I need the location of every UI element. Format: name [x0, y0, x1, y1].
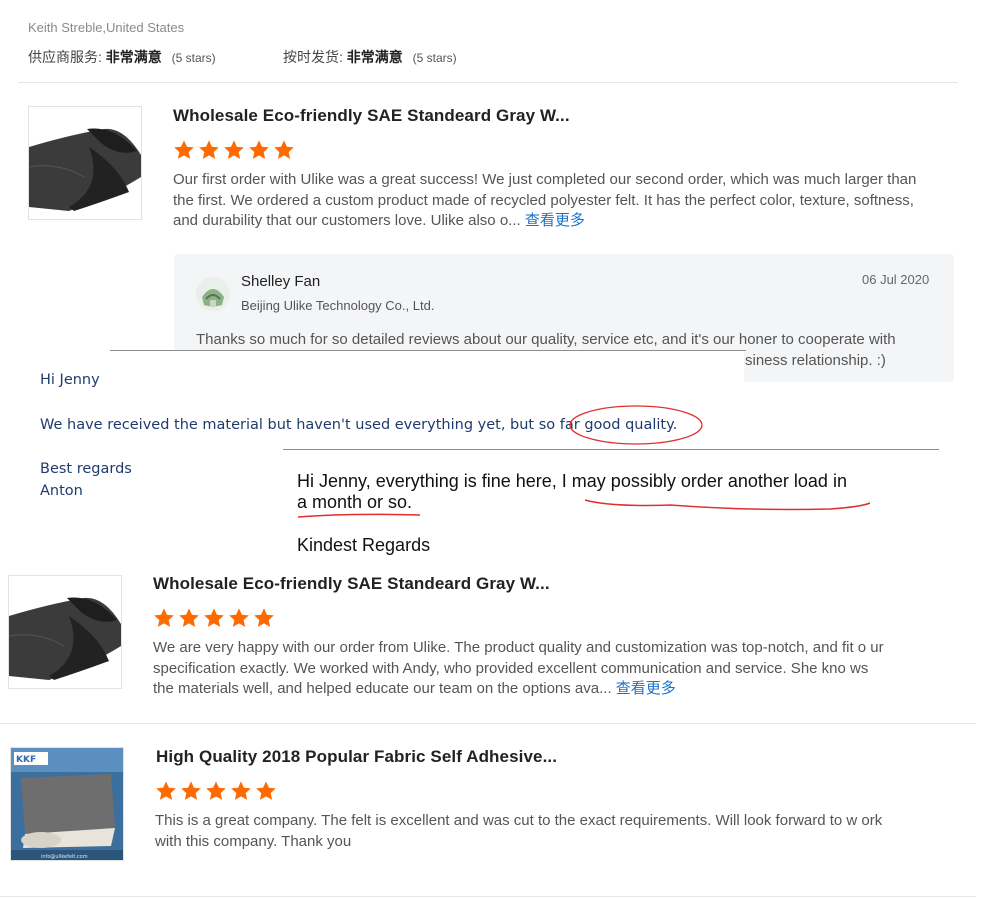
highlight-ellipse — [569, 405, 703, 445]
review-text: This is a great company. The felt is exc… — [155, 811, 895, 852]
reviewer-info: Keith Streble,United States — [28, 20, 185, 35]
reply-date: 06 Jul 2020 — [862, 272, 930, 287]
star-rating — [173, 139, 295, 161]
divider — [0, 896, 976, 897]
review-title[interactable]: High Quality 2018 Popular Fabric Self Ad… — [156, 747, 557, 767]
see-more-link[interactable]: 查看更多 — [525, 212, 585, 229]
email-signature: Anton — [40, 483, 83, 499]
star-icon — [199, 140, 219, 159]
star-icon — [181, 781, 201, 800]
product-thumbnail[interactable] — [28, 106, 142, 220]
star-rating — [155, 780, 277, 802]
brand-badge: KKF — [16, 755, 36, 765]
star-icon — [256, 781, 276, 800]
rating-value: 非常满意 — [105, 49, 162, 65]
rating-stars-text: (5 stars) — [171, 51, 216, 65]
supplier-service-rating: 供应商服务: 非常满意 (5 stars) — [28, 47, 216, 67]
felt-roll-image — [9, 576, 121, 688]
adhesive-felt-image: KKF info@ulikefelt.com — [11, 748, 123, 860]
review-title[interactable]: Wholesale Eco-friendly SAE Standeard Gra… — [153, 574, 550, 594]
note-separator — [283, 449, 939, 450]
reply-text-tail: siness relationship. :) — [745, 352, 886, 369]
product-thumbnail[interactable]: KKF info@ulikefelt.com — [10, 747, 124, 861]
reply-author: Shelley Fan — [241, 273, 321, 290]
review-title[interactable]: Wholesale Eco-friendly SAE Standeard Gra… — [173, 106, 570, 126]
rating-value: 非常满意 — [346, 49, 403, 65]
star-icon — [156, 781, 176, 800]
star-icon — [229, 608, 249, 627]
star-icon — [204, 608, 224, 627]
star-icon — [249, 140, 269, 159]
star-icon — [206, 781, 226, 800]
supplier-avatar — [196, 277, 230, 311]
email-greeting: Hi Jenny — [40, 372, 100, 388]
review-text: Our first order with Ulike was a great s… — [173, 170, 918, 232]
handwritten-underlines — [297, 499, 871, 518]
divider — [18, 82, 958, 83]
email-regards: Best regards — [40, 461, 132, 477]
email-separator — [110, 350, 746, 351]
note-line-1: Hi Jenny, everything is fine here, I may… — [297, 471, 847, 491]
thumb-footer-text: info@ulikefelt.com — [41, 854, 88, 860]
star-rating — [153, 607, 275, 629]
star-icon — [274, 140, 294, 159]
review-text: We are very happy with our order from Ul… — [153, 638, 893, 700]
star-icon — [254, 608, 274, 627]
rating-label: 按时发货: — [283, 49, 343, 65]
review-body: This is a great company. The felt is exc… — [155, 812, 883, 850]
star-icon — [179, 608, 199, 627]
review-body: We are very happy with our order from Ul… — [153, 639, 884, 697]
rating-label: 供应商服务: — [28, 49, 102, 65]
star-icon — [224, 140, 244, 159]
note-closing: Kindest Regards — [297, 535, 431, 555]
on-time-delivery-rating: 按时发货: 非常满意 (5 stars) — [283, 47, 457, 67]
divider — [0, 723, 976, 724]
rating-stars-text: (5 stars) — [412, 51, 457, 65]
felt-roll-image — [29, 107, 141, 219]
star-icon — [174, 140, 194, 159]
product-thumbnail[interactable] — [8, 575, 122, 689]
see-more-link[interactable]: 查看更多 — [616, 680, 676, 697]
star-icon — [154, 608, 174, 627]
reply-text: Thanks so much for so detailed reviews a… — [196, 331, 896, 348]
reply-company: Beijing Ulike Technology Co., Ltd. — [241, 298, 435, 313]
star-icon — [231, 781, 251, 800]
company-logo-icon — [196, 277, 230, 311]
